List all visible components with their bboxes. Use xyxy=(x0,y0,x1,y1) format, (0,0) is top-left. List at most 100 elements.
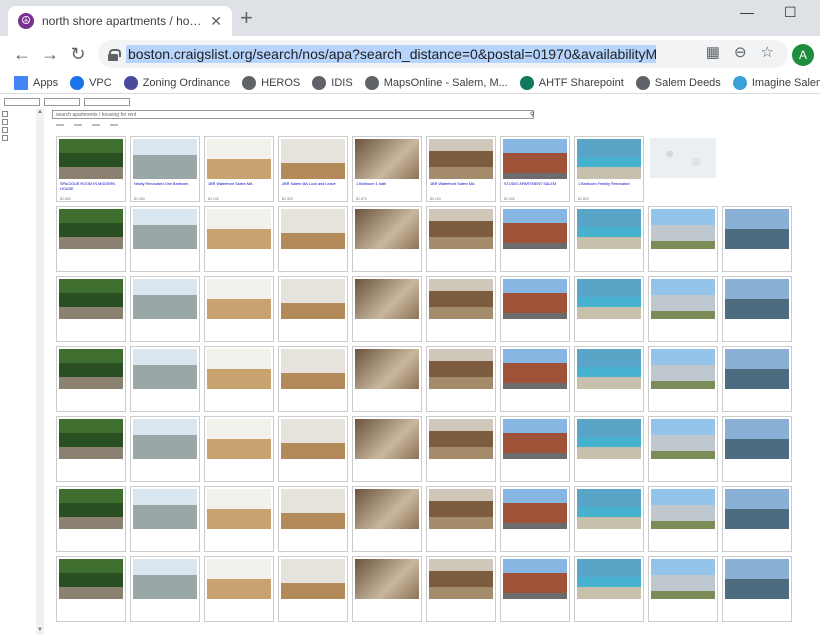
url-text[interactable]: boston.craigslist.org/search/nos/apa?sea… xyxy=(126,45,656,63)
listing-card[interactable] xyxy=(56,556,126,622)
listing-card[interactable]: SPACIOUS ROOM IN MODERN HOUSE $1,650 xyxy=(56,136,126,202)
listing-card[interactable] xyxy=(574,206,644,272)
listing-card[interactable] xyxy=(130,206,200,272)
listing-card[interactable] xyxy=(722,206,792,272)
listing-card[interactable] xyxy=(722,276,792,342)
new-tab-icon[interactable]: + xyxy=(240,7,253,29)
listing-photo[interactable] xyxy=(281,139,345,179)
listing-card[interactable] xyxy=(56,206,126,272)
bookmark-heros[interactable]: HEROS xyxy=(242,75,300,90)
listing-card[interactable] xyxy=(204,276,274,342)
listing-photo[interactable] xyxy=(503,559,567,599)
listing-photo[interactable] xyxy=(281,209,345,249)
listing-photo[interactable] xyxy=(725,279,789,319)
listing-card[interactable] xyxy=(500,346,570,412)
listing-photo[interactable] xyxy=(503,209,567,249)
listing-card[interactable] xyxy=(426,556,496,622)
filter-select[interactable] xyxy=(84,98,130,106)
listing-card[interactable] xyxy=(130,556,200,622)
maximize-icon[interactable]: ☐ xyxy=(784,4,797,21)
listing-card[interactable] xyxy=(278,206,348,272)
listing-card[interactable] xyxy=(648,276,718,342)
scroll-down-icon[interactable]: ▼ xyxy=(36,627,44,633)
listing-photo[interactable] xyxy=(281,489,345,529)
listing-photo[interactable] xyxy=(59,559,123,599)
listing-card[interactable] xyxy=(722,416,792,482)
listing-card[interactable] xyxy=(648,556,718,622)
listing-title-link[interactable]: SPACIOUS ROOM IN MODERN HOUSE xyxy=(57,181,125,197)
listing-photo[interactable] xyxy=(59,209,123,249)
listing-photo[interactable] xyxy=(725,419,789,459)
listing-photo[interactable] xyxy=(355,349,419,389)
listing-card[interactable] xyxy=(352,346,422,412)
listing-photo[interactable] xyxy=(207,559,271,599)
listing-card[interactable] xyxy=(500,486,570,552)
bookmark-imagine-salem[interactable]: Imagine Salem xyxy=(732,75,820,90)
listing-card[interactable] xyxy=(56,486,126,552)
filter-select[interactable] xyxy=(44,98,80,106)
listing-card[interactable] xyxy=(500,206,570,272)
checkbox[interactable] xyxy=(2,127,8,133)
listing-photo[interactable] xyxy=(577,139,641,179)
bookmark-mapsonline[interactable]: MapsOnline - Salem, M... xyxy=(364,75,508,90)
listing-card[interactable]: 1BR Waterfront Salem MA $2,100 xyxy=(426,136,496,202)
listing-card[interactable] xyxy=(352,416,422,482)
listing-photo[interactable] xyxy=(59,419,123,459)
listing-card[interactable]: Newly Renovated One Bedroom $1,950 xyxy=(130,136,200,202)
listing-title-link[interactable]: 1 Bedroom 1 bath xyxy=(353,181,421,197)
listing-card[interactable] xyxy=(648,486,718,552)
bookmark-idis[interactable]: IDIS xyxy=(312,75,353,90)
bookmark-vpc[interactable]: VPC xyxy=(70,75,112,90)
listing-photo[interactable] xyxy=(355,419,419,459)
listing-card[interactable]: 1 Bedroom 1 bath $1,875 xyxy=(352,136,422,202)
listing-card[interactable] xyxy=(352,276,422,342)
bookmark-zoning[interactable]: Zoning Ordinance xyxy=(123,75,230,90)
listing-photo[interactable] xyxy=(59,279,123,319)
listing-photo[interactable] xyxy=(133,419,197,459)
search-icon[interactable]: ⚲ xyxy=(530,111,534,118)
listing-title-link[interactable]: Newly Renovated One Bedroom xyxy=(131,181,199,197)
map-thumbnail[interactable] xyxy=(650,138,716,178)
listing-photo[interactable] xyxy=(281,349,345,389)
listing-photo[interactable] xyxy=(355,209,419,249)
results-scrollbar[interactable]: ▲ ▼ xyxy=(36,109,44,635)
gallery-view-select[interactable] xyxy=(56,124,64,126)
sort-select[interactable] xyxy=(110,124,118,126)
qr-code-icon[interactable]: ▦ xyxy=(706,43,720,61)
listing-card[interactable] xyxy=(130,346,200,412)
checkbox[interactable] xyxy=(2,119,8,125)
listing-photo[interactable] xyxy=(133,139,197,179)
listing-photo[interactable] xyxy=(133,559,197,599)
listing-photo[interactable] xyxy=(355,279,419,319)
listing-card[interactable] xyxy=(130,276,200,342)
listing-photo[interactable] xyxy=(429,279,493,319)
checkbox[interactable] xyxy=(2,135,8,141)
listing-card[interactable] xyxy=(204,486,274,552)
listing-card[interactable] xyxy=(500,416,570,482)
listing-card[interactable] xyxy=(278,556,348,622)
listing-title-link[interactable]: 1BR Waterfront Salem MA xyxy=(427,181,495,197)
listing-title-link[interactable]: 1BR Waterfront Salem MA xyxy=(205,181,273,197)
listing-photo[interactable] xyxy=(59,349,123,389)
listing-card[interactable] xyxy=(278,346,348,412)
listing-card[interactable]: 2BR Salem MA Lock and Leave $2,300 xyxy=(278,136,348,202)
listing-card[interactable]: 1 Bedroom Freshly Renovated $1,800 xyxy=(574,136,644,202)
listing-card[interactable]: STUDIO APARTMENT SALEM $1,900 xyxy=(500,136,570,202)
listing-card[interactable] xyxy=(204,206,274,272)
listing-card[interactable] xyxy=(278,416,348,482)
listing-photo[interactable] xyxy=(429,349,493,389)
bookmark-salem-deeds[interactable]: Salem Deeds xyxy=(635,75,721,90)
listing-card[interactable] xyxy=(352,486,422,552)
listing-photo[interactable] xyxy=(207,419,271,459)
listing-photo[interactable] xyxy=(355,489,419,529)
filter-select[interactable] xyxy=(4,98,40,106)
listing-card[interactable] xyxy=(56,346,126,412)
profile-avatar[interactable]: A xyxy=(792,44,814,66)
listing-photo[interactable] xyxy=(725,559,789,599)
listing-photo[interactable] xyxy=(651,209,715,249)
close-tab-icon[interactable]: ✕ xyxy=(210,13,222,30)
back-icon[interactable]: ← xyxy=(8,44,36,65)
listing-photo[interactable] xyxy=(207,279,271,319)
listing-photo[interactable] xyxy=(503,279,567,319)
listing-card[interactable] xyxy=(130,416,200,482)
